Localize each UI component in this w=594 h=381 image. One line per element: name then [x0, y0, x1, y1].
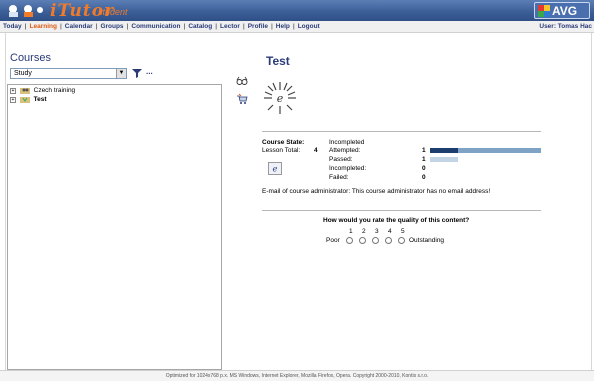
brand-subtitle: student	[98, 7, 128, 17]
nav-separator: |	[183, 23, 186, 30]
left-border	[5, 33, 6, 370]
rating-high-label: Outstanding	[409, 237, 445, 244]
main-nav: Today | Learning | Calendar | Groups | Communica…	[0, 21, 594, 33]
lesson-total-value: 4	[314, 147, 318, 154]
nav-item-today[interactable]: Today	[3, 23, 22, 30]
user-label: User: Tomas Hac	[539, 23, 592, 30]
rating-low-label: Poor	[326, 237, 340, 244]
cart-icon[interactable]	[236, 93, 248, 105]
attempted-bar-fill	[430, 148, 458, 153]
rating-radio-3[interactable]	[372, 237, 379, 244]
stat-value-attempted: 1	[422, 147, 426, 154]
app-header: iTutor student AVG	[0, 0, 594, 21]
tree-item-label: Test	[33, 96, 47, 103]
rating-question: How would you rate the quality of this c…	[323, 217, 470, 224]
content-title: Test	[266, 54, 290, 68]
rating-radio-4[interactable]	[385, 237, 392, 244]
study-select[interactable]: Study ▼	[10, 68, 127, 79]
chevron-down-icon[interactable]: ▼	[116, 69, 126, 78]
tree-item-label: Czech training	[33, 87, 76, 94]
nav-item-profile[interactable]: Profile	[248, 23, 268, 30]
rating-number-5: 5	[401, 228, 405, 235]
avg-flag-icon	[538, 5, 550, 17]
course-state-label: Course State:	[262, 139, 305, 146]
nav-separator: |	[126, 23, 129, 30]
tree-item-czech-training[interactable]: + Czech training	[10, 87, 75, 96]
folder-course-icon	[19, 97, 30, 103]
course-logo-icon: e	[264, 82, 296, 114]
right-border	[591, 33, 592, 370]
glasses-icon[interactable]	[236, 75, 248, 87]
rating-radio-5[interactable]	[398, 237, 405, 244]
expand-icon[interactable]: +	[10, 96, 16, 103]
stat-label-attempted: Attempted:	[329, 147, 361, 154]
filter-icon[interactable]	[132, 68, 142, 78]
svg-text:e: e	[272, 163, 277, 173]
expand-icon[interactable]: +	[10, 87, 16, 94]
more-options-button[interactable]: ...	[146, 67, 153, 76]
nav-item-help[interactable]: Help	[276, 23, 290, 30]
nav-separator: |	[242, 23, 245, 30]
nav-items: Today | Learning | Calendar | Groups | Communica…	[3, 23, 320, 30]
nav-item-communication[interactable]: Communication	[131, 23, 180, 30]
course-state-value: Incompleted	[329, 139, 365, 146]
study-select-value: Study	[14, 70, 32, 77]
avg-logo[interactable]: AVG	[534, 2, 590, 19]
tree-item-test[interactable]: + Test	[10, 96, 47, 105]
avg-label: AVG	[552, 4, 578, 18]
nav-separator: |	[270, 23, 273, 30]
passed-bar	[430, 157, 458, 162]
nav-item-catalog[interactable]: Catalog	[188, 23, 212, 30]
rating-number-2: 2	[362, 228, 366, 235]
nav-item-learning[interactable]: Learning	[30, 23, 57, 30]
stat-label-passed: Passed:	[329, 156, 353, 163]
courses-title: Courses	[10, 52, 51, 64]
stat-value-incompleted: 0	[422, 165, 426, 172]
nav-item-groups[interactable]: Groups	[100, 23, 123, 30]
stat-label-failed: Failed:	[329, 174, 349, 181]
rating-number-4: 4	[388, 228, 392, 235]
nav-separator: |	[24, 23, 27, 30]
rating-number-3: 3	[375, 228, 379, 235]
svg-text:e: e	[277, 92, 284, 105]
stat-label-incompleted: Incompleted:	[329, 165, 367, 172]
nav-item-logout[interactable]: Logout	[298, 23, 320, 30]
nav-item-lector[interactable]: Lector	[220, 23, 240, 30]
nav-separator: |	[292, 23, 295, 30]
nav-item-calendar[interactable]: Calendar	[65, 23, 93, 30]
logo-figures-icon	[9, 5, 43, 17]
lesson-total-label: Lesson Total:	[262, 147, 301, 154]
rating-radio-1[interactable]	[346, 237, 353, 244]
course-tree: + Czech training + Test	[7, 84, 222, 370]
divider	[262, 131, 541, 132]
stat-value-passed: 1	[422, 156, 426, 163]
nav-separator: |	[95, 23, 98, 30]
nav-separator: |	[215, 23, 218, 30]
folder-people-icon	[19, 88, 30, 94]
rating-radio-2[interactable]	[359, 237, 366, 244]
lesson-e-icon: e	[268, 162, 282, 175]
nav-separator: |	[59, 23, 62, 30]
footer: Optimized for 1024x768 p.x. MS Windows, …	[0, 370, 594, 381]
stat-value-failed: 0	[422, 174, 426, 181]
rating-number-1: 1	[349, 228, 353, 235]
divider	[262, 210, 541, 211]
admin-email-notice: E-mail of course administrator: This cou…	[262, 188, 491, 195]
